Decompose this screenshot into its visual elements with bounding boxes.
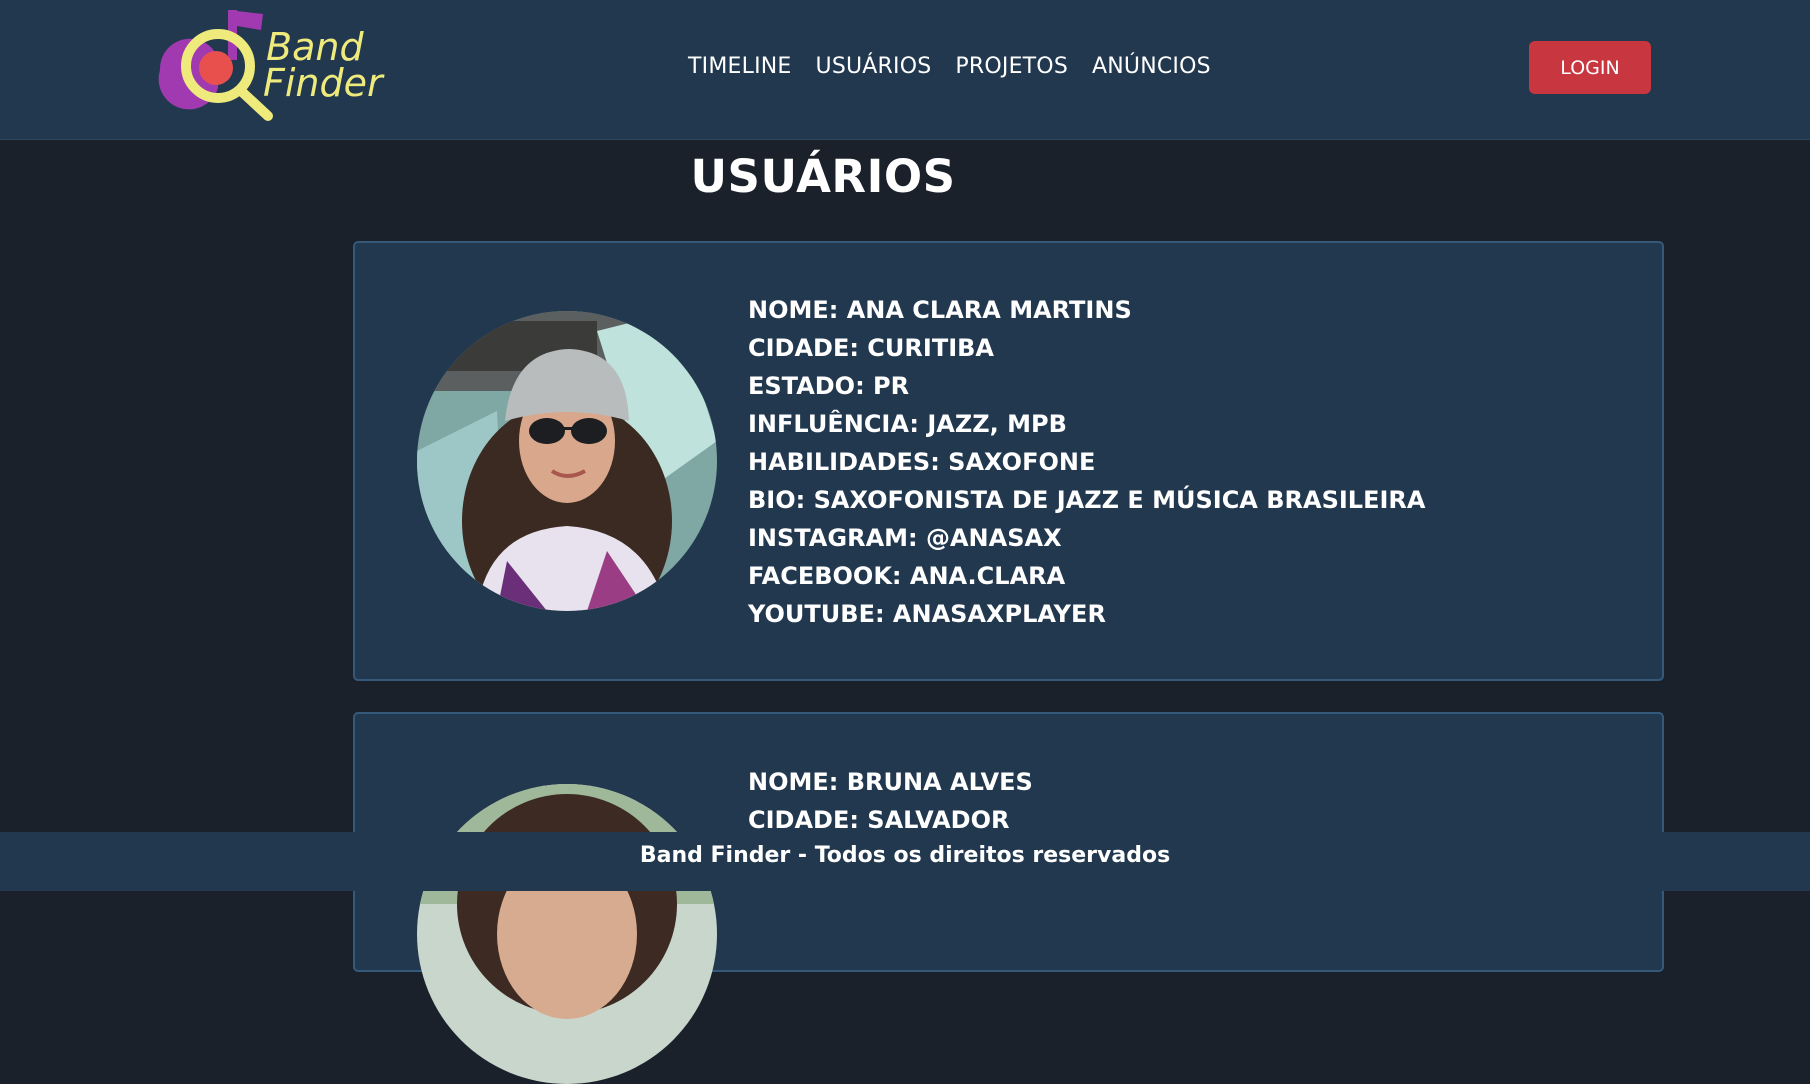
user-avatar <box>417 784 717 1084</box>
user-nome: NOME: ANA CLARA MARTINS <box>748 296 1132 324</box>
footer-text: Band Finder - Todos os direitos reservad… <box>639 843 1171 868</box>
nav-timeline[interactable]: TIMELINE <box>688 54 792 79</box>
user-avatar <box>417 311 717 611</box>
user-facebook: FACEBOOK: ANA.CLARA <box>748 562 1066 590</box>
user-cidade: CIDADE: CURITIBA <box>748 334 994 362</box>
user-nome: NOME: BRUNA ALVES <box>748 768 1033 796</box>
main-nav: TIMELINE USUÁRIOS PROJETOS ANÚNCIOS <box>688 54 1211 79</box>
user-influencia: INFLUÊNCIA: JAZZ, MPB <box>748 410 1067 438</box>
avatar-photo <box>417 784 717 1084</box>
band-finder-logo[interactable]: Band Finder <box>158 8 398 123</box>
user-bio: BIO: SAXOFONISTA DE JAZZ E MÚSICA BRASIL… <box>748 486 1426 514</box>
footer: Band Finder - Todos os direitos reservad… <box>0 832 1810 891</box>
user-instagram: INSTAGRAM: @ANASAX <box>748 524 1062 552</box>
user-habilidades: HABILIDADES: SAXOFONE <box>748 448 1096 476</box>
login-button[interactable]: LOGIN <box>1529 41 1651 94</box>
nav-projetos[interactable]: PROJETOS <box>955 54 1068 79</box>
nav-usuarios[interactable]: USUÁRIOS <box>816 54 932 79</box>
user-info: NOME: BRUNA ALVES CIDADE: SALVADOR <box>748 763 1033 839</box>
nav-anuncios[interactable]: ANÚNCIOS <box>1092 54 1211 79</box>
user-info: NOME: ANA CLARA MARTINS CIDADE: CURITIBA… <box>748 291 1425 633</box>
user-youtube: YOUTUBE: ANASAXPLAYER <box>748 600 1106 628</box>
user-estado: ESTADO: PR <box>748 372 910 400</box>
user-card: NOME: ANA CLARA MARTINS CIDADE: CURITIBA… <box>353 241 1664 681</box>
top-navbar: Band Finder TIMELINE USUÁRIOS PROJETOS A… <box>0 0 1810 140</box>
logo-text-finder: Finder <box>263 61 385 105</box>
avatar-photo <box>417 311 717 611</box>
page-title: USUÁRIOS <box>690 150 956 203</box>
